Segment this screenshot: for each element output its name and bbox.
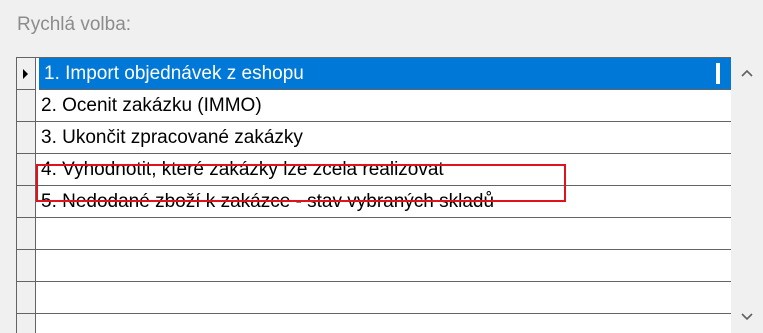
list-item-label[interactable]: [36, 250, 731, 282]
list-item[interactable]: 3. Ukončit zpracované zakázky: [17, 122, 731, 154]
list-item-label[interactable]: 3. Ukončit zpracované zakázky: [36, 122, 731, 154]
list-item[interactable]: 1. Import objednávek z eshopu: [17, 58, 731, 90]
chevron-down-icon: [741, 313, 753, 321]
row-indicator: [17, 90, 36, 122]
list-item[interactable]: [17, 250, 731, 282]
list-item[interactable]: [17, 218, 731, 250]
list-item-label[interactable]: [36, 218, 731, 250]
list-item-label[interactable]: [36, 282, 731, 314]
row-indicator: [17, 154, 36, 186]
current-row-arrow-icon: [23, 69, 28, 79]
text-caret: [716, 63, 720, 84]
row-indicator: [17, 58, 36, 90]
highlight-box: [36, 164, 566, 202]
list-item-label[interactable]: 2. Ocenit zakázku (IMMO): [36, 90, 731, 122]
list-item-label[interactable]: [36, 314, 731, 333]
panel-title: Rychlá volba:: [17, 14, 132, 35]
vertical-scrollbar[interactable]: [731, 57, 763, 333]
chevron-up-icon: [741, 69, 753, 77]
list-item-label[interactable]: 1. Import objednávek z eshopu: [39, 58, 731, 90]
list-item[interactable]: [17, 314, 731, 333]
row-indicator: [17, 282, 36, 314]
row-indicator: [17, 314, 36, 333]
scroll-up-button[interactable]: [731, 57, 763, 89]
row-indicator: [17, 218, 36, 250]
list-item[interactable]: 2. Ocenit zakázku (IMMO): [17, 90, 731, 122]
row-indicator: [17, 122, 36, 154]
scroll-down-button[interactable]: [731, 301, 763, 333]
list-item[interactable]: [17, 282, 731, 314]
row-indicator: [17, 250, 36, 282]
row-indicator: [17, 186, 36, 218]
